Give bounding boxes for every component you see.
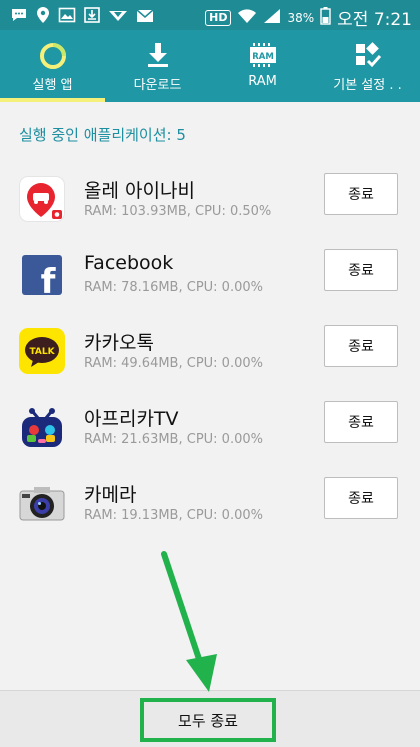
end-app-button[interactable]: 종료: [324, 477, 398, 519]
tab-running-apps[interactable]: 실행 앱: [0, 30, 105, 102]
app-name: 아프리카TV: [84, 408, 179, 430]
running-apps-list: 실행 중인 애플리케이션: 5 올레 아이나비 RAM: 103.93MB, C…: [0, 102, 420, 690]
facebook-icon: f: [22, 255, 62, 295]
signal-icon: [263, 8, 281, 28]
wifi-icon: [237, 8, 257, 28]
end-app-button[interactable]: 종료: [324, 401, 398, 443]
notification-icons: [10, 6, 154, 28]
clock: 오전 7:21: [337, 10, 412, 30]
kakaotalk-icon: TALK: [19, 328, 65, 374]
mail-icon: [136, 8, 154, 27]
status-bar: HD 38% 오전 7:21: [0, 0, 420, 30]
download-icon: [105, 42, 210, 68]
app-usage-stats: RAM: 49.64MB, CPU: 0.00%: [84, 356, 263, 371]
end-app-button[interactable]: 종료: [324, 249, 398, 291]
default-settings-icon: [315, 42, 420, 68]
ram-chip-text: RAM: [252, 52, 274, 62]
download-icon: [84, 7, 100, 27]
battery-icon: [320, 6, 331, 29]
chat-icon: [10, 7, 28, 27]
app-name: 카메라: [84, 484, 137, 506]
end-app-button[interactable]: 종료: [324, 325, 398, 367]
app-usage-stats: RAM: 21.63MB, CPU: 0.00%: [84, 432, 263, 447]
bottom-action-bar: 모두 종료: [0, 690, 420, 747]
hd-voice-badge: HD: [205, 9, 232, 26]
app-usage-stats: RAM: 103.93MB, CPU: 0.50%: [84, 204, 272, 219]
vpn-icon: [108, 8, 128, 27]
app-usage-stats: RAM: 19.13MB, CPU: 0.00%: [84, 508, 263, 523]
tab-downloads[interactable]: 다운로드: [105, 30, 210, 102]
kakaotalk-icon-text: TALK: [29, 347, 55, 357]
app-row: 아프리카TV RAM: 21.63MB, CPU: 0.00% 종료: [0, 390, 420, 466]
app-name: 카카오톡: [84, 332, 154, 354]
location-icon: [36, 6, 50, 28]
app-row: 카메라 RAM: 19.13MB, CPU: 0.00% 종료: [0, 466, 420, 542]
system-icons: HD 38% 오전 7:21: [205, 5, 412, 30]
image-icon: [58, 7, 76, 27]
tab-label: 기본 설정 . .: [333, 78, 402, 93]
tab-default-settings[interactable]: 기본 설정 . .: [315, 30, 420, 102]
battery-percent: 38%: [287, 10, 315, 25]
end-all-button[interactable]: 모두 종료: [140, 698, 276, 742]
app-row: 올레 아이나비 RAM: 103.93MB, CPU: 0.50% 종료: [0, 162, 420, 238]
tab-label: 실행 앱: [32, 78, 73, 93]
app-name: 올레 아이나비: [84, 180, 195, 202]
afreecatv-icon: [19, 404, 65, 450]
tab-label: 다운로드: [133, 78, 182, 93]
tab-label: RAM: [248, 74, 277, 89]
end-app-button[interactable]: 종료: [324, 173, 398, 215]
olleh-inavi-icon: [19, 176, 65, 222]
camera-icon: [19, 480, 65, 526]
running-count-label: 실행 중인 애플리케이션: 5: [19, 126, 186, 144]
running-apps-icon: [0, 42, 105, 69]
app-row: TALK 카카오톡 RAM: 49.64MB, CPU: 0.00% 종료: [0, 314, 420, 390]
app-usage-stats: RAM: 78.16MB, CPU: 0.00%: [84, 280, 263, 295]
app-name: Facebook: [84, 252, 174, 274]
tab-ram[interactable]: RAM RAM: [210, 30, 315, 102]
tab-bar: 실행 앱 다운로드 RAM RAM 기본 설정 . .: [0, 30, 420, 102]
facebook-icon-letter: f: [41, 262, 57, 295]
app-row: f Facebook RAM: 78.16MB, CPU: 0.00% 종료: [0, 238, 420, 314]
ram-chip-icon: RAM: [210, 42, 315, 68]
